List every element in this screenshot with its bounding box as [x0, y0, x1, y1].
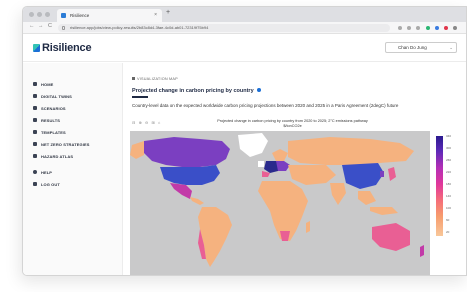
- scenario-icon: [33, 106, 37, 110]
- logout-icon: [33, 182, 37, 186]
- results-icon: [33, 118, 37, 122]
- new-tab-button[interactable]: +: [166, 9, 170, 16]
- user-name: Chan Do Jung: [398, 45, 427, 50]
- green-extension-icon[interactable]: [426, 26, 430, 30]
- info-icon[interactable]: [256, 88, 261, 92]
- sidebar-item-home[interactable]: HOME: [33, 81, 53, 89]
- blue-extension-icon[interactable]: [435, 26, 439, 30]
- address-bar[interactable]: risilience.app/jobs/view-policy-results/…: [58, 24, 390, 32]
- sidebar-item-log-out[interactable]: LOG OUT: [33, 181, 60, 189]
- page-title-text: Projected change in carbon pricing by co…: [132, 88, 254, 94]
- sidebar-item-label: SCENARIOS: [41, 106, 66, 111]
- country-madagascar[interactable]: [306, 221, 310, 233]
- tab-title: Risilience: [70, 13, 90, 18]
- minimize-window-button[interactable]: [37, 12, 42, 17]
- favicon-icon: [61, 13, 66, 18]
- page-description: Country-level data on the expected world…: [132, 103, 399, 108]
- sidebar-item-hazard-atlas[interactable]: HAZARD ATLAS: [33, 153, 73, 161]
- forward-button[interactable]: →: [38, 23, 44, 29]
- help-icon: [33, 170, 37, 174]
- browser-window: Risilience × + ← → C risilience.app/jobs…: [22, 6, 467, 276]
- sidebar: HOME DIGITAL TWINS SCENARIOS RESULTS TEM…: [23, 63, 123, 275]
- sidebar-item-label: LOG OUT: [41, 182, 60, 187]
- sidebar-item-label: NET ZERO STRATEGIES: [41, 142, 90, 147]
- share-icon[interactable]: [398, 26, 402, 30]
- browser-tab[interactable]: Risilience ×: [57, 9, 162, 22]
- template-icon: [33, 130, 37, 134]
- scale-tick: 20: [446, 230, 450, 234]
- scale-tick: 260: [446, 158, 452, 162]
- extension-icon[interactable]: [416, 26, 420, 30]
- menu-icon[interactable]: [453, 26, 457, 30]
- scale-tick: 140: [446, 194, 452, 198]
- scale-tick: 340: [446, 134, 452, 138]
- app-logo[interactable]: Risilience: [33, 42, 92, 54]
- sidebar-item-templates[interactable]: TEMPLATES: [33, 129, 66, 137]
- maximize-window-button[interactable]: [45, 12, 50, 17]
- page-title: Projected change in carbon pricing by co…: [132, 88, 261, 94]
- address-bar-row: ← → C risilience.app/jobs/view-policy-re…: [23, 22, 466, 34]
- chart-icon: [33, 142, 37, 146]
- tab-close-icon[interactable]: ×: [154, 9, 157, 22]
- map-panel: ⊟ ⊕ ⊖ ⊞ ⌂ Projected change in carbon pri…: [130, 116, 455, 275]
- breadcrumb-label: VISUALIZATION MAP: [137, 77, 178, 81]
- logo-mark-icon: [33, 44, 40, 52]
- user-select[interactable]: Chan Do Jung ⌄: [385, 42, 457, 53]
- title-underline: [132, 96, 148, 98]
- world-map-svg: [130, 131, 430, 275]
- choropleth-map[interactable]: [130, 131, 430, 275]
- reload-button[interactable]: C: [48, 23, 52, 29]
- sidebar-item-digital-twins[interactable]: DIGITAL TWINS: [33, 93, 72, 101]
- sidebar-item-label: TEMPLATES: [41, 130, 66, 135]
- red-extension-icon[interactable]: [444, 26, 448, 30]
- country-new-zealand[interactable]: [420, 245, 424, 257]
- globe-icon: [33, 154, 37, 158]
- sidebar-item-help[interactable]: HELP: [33, 169, 52, 177]
- sidebar-item-results[interactable]: RESULTS: [33, 117, 60, 125]
- home-icon: [33, 82, 37, 86]
- color-scale-bar: [436, 136, 443, 236]
- sidebar-item-label: RESULTS: [41, 118, 61, 123]
- breadcrumb[interactable]: VISUALIZATION MAP: [132, 77, 178, 81]
- grid-icon: [33, 94, 37, 98]
- chevron-down-icon: ⌄: [449, 45, 453, 50]
- scale-tick: 180: [446, 182, 452, 186]
- country-uk[interactable]: [258, 161, 264, 167]
- lock-icon: [62, 26, 65, 30]
- url-text: risilience.app/jobs/view-policy-results/…: [70, 25, 209, 30]
- scale-tick: 220: [446, 170, 452, 174]
- star-icon[interactable]: [407, 26, 411, 30]
- scale-tick: 60: [446, 218, 450, 222]
- sidebar-item-label: DIGITAL TWINS: [41, 94, 72, 99]
- scale-tick: 100: [446, 206, 452, 210]
- sidebar-item-scenarios[interactable]: SCENARIOS: [33, 105, 66, 113]
- close-window-button[interactable]: [29, 12, 34, 17]
- main-content: VISUALIZATION MAP Projected change in ca…: [124, 63, 466, 275]
- logo-text: Risilience: [42, 42, 92, 54]
- back-button[interactable]: ←: [29, 23, 35, 29]
- country-korea[interactable]: [380, 171, 384, 177]
- app-header: Risilience Chan Do Jung ⌄: [23, 34, 466, 62]
- sidebar-item-label: HAZARD ATLAS: [41, 154, 74, 159]
- sidebar-item-label: HOME: [41, 82, 54, 87]
- tab-bar: Risilience × +: [23, 7, 466, 22]
- scale-tick: 300: [446, 146, 452, 150]
- sidebar-item-net-zero-strategies[interactable]: NET ZERO STRATEGIES: [33, 141, 90, 149]
- breadcrumb-home-icon: [132, 77, 135, 80]
- sidebar-item-label: HELP: [41, 170, 53, 175]
- map-subtitle: $/tonCO2e: [283, 124, 302, 128]
